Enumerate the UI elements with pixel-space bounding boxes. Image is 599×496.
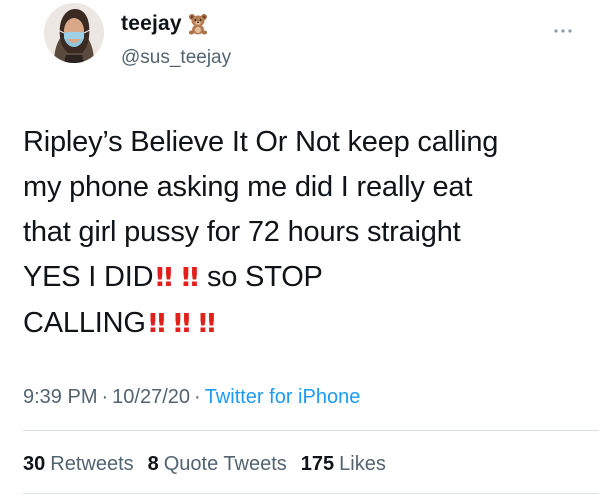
tweet-line-4: YES I DID ‼ ‼ so STOP [23, 255, 583, 301]
double-exclamation-icon: ‼ [181, 263, 198, 293]
tweet-line: my phone asking me did I really eat [23, 171, 473, 203]
quote-tweets-stat[interactable]: 8 Quote Tweets [148, 453, 287, 476]
ellipsis-icon[interactable] [553, 22, 573, 33]
emphasis-group: ‼ ‼ [156, 255, 207, 301]
double-exclamation-icon: ‼ [173, 309, 191, 339]
tweet-line: Ripley’s Believe It Or Not keep calling [23, 126, 499, 158]
tweet-text: Ripley’s Believe It Or Not keep calling … [23, 120, 583, 347]
likes-label: Likes [339, 453, 386, 475]
divider [23, 430, 599, 431]
tweet-card: teejay @sus_teejay Ripley’s Believe It O… [0, 0, 599, 496]
tweet-meta: 9:39 PM · 10/27/20 · Twitter for iPhone [23, 386, 360, 409]
tweet-line-text: so STOP [206, 261, 323, 293]
teddy-bear-icon [188, 13, 208, 35]
meta-separator: · [194, 386, 201, 408]
tweet-line-text: CALLING [23, 307, 146, 339]
emphasis-group: ‼ ‼ ‼ [148, 301, 225, 347]
tweet-date[interactable]: 10/27/20 [112, 386, 190, 408]
avatar[interactable] [44, 3, 104, 63]
tweet-time[interactable]: 9:39 PM [23, 386, 97, 408]
double-exclamation-icon: ‼ [156, 263, 173, 293]
tweet-source-link[interactable]: Twitter for iPhone [205, 386, 361, 408]
likes-stat[interactable]: 175 Likes [301, 453, 386, 476]
retweets-count: 30 [23, 453, 46, 475]
meta-separator: · [101, 386, 109, 408]
author-handle[interactable]: @sus_teejay [121, 47, 231, 69]
quote-tweets-count: 8 [147, 453, 159, 475]
author-name-row: teejay [121, 12, 208, 36]
quote-tweets-label: Quote Tweets [163, 453, 287, 475]
tweet-line-text: YES I DID [23, 261, 154, 293]
tweet-stats: 30 Retweets 8 Quote Tweets 175 Likes [23, 453, 386, 476]
avatar-photo [44, 3, 104, 63]
retweets-stat[interactable]: 30 Retweets [23, 453, 134, 476]
double-exclamation-icon: ‼ [148, 309, 165, 339]
tweet-line: that girl pussy for 72 hours straight [23, 216, 461, 248]
likes-count: 175 [300, 453, 335, 475]
retweets-label: Retweets [50, 453, 134, 475]
double-exclamation-icon: ‼ [198, 309, 216, 339]
tweet-line-5: CALLING ‼ ‼ ‼ [23, 301, 583, 347]
display-name[interactable]: teejay [121, 12, 182, 36]
divider [23, 493, 599, 494]
